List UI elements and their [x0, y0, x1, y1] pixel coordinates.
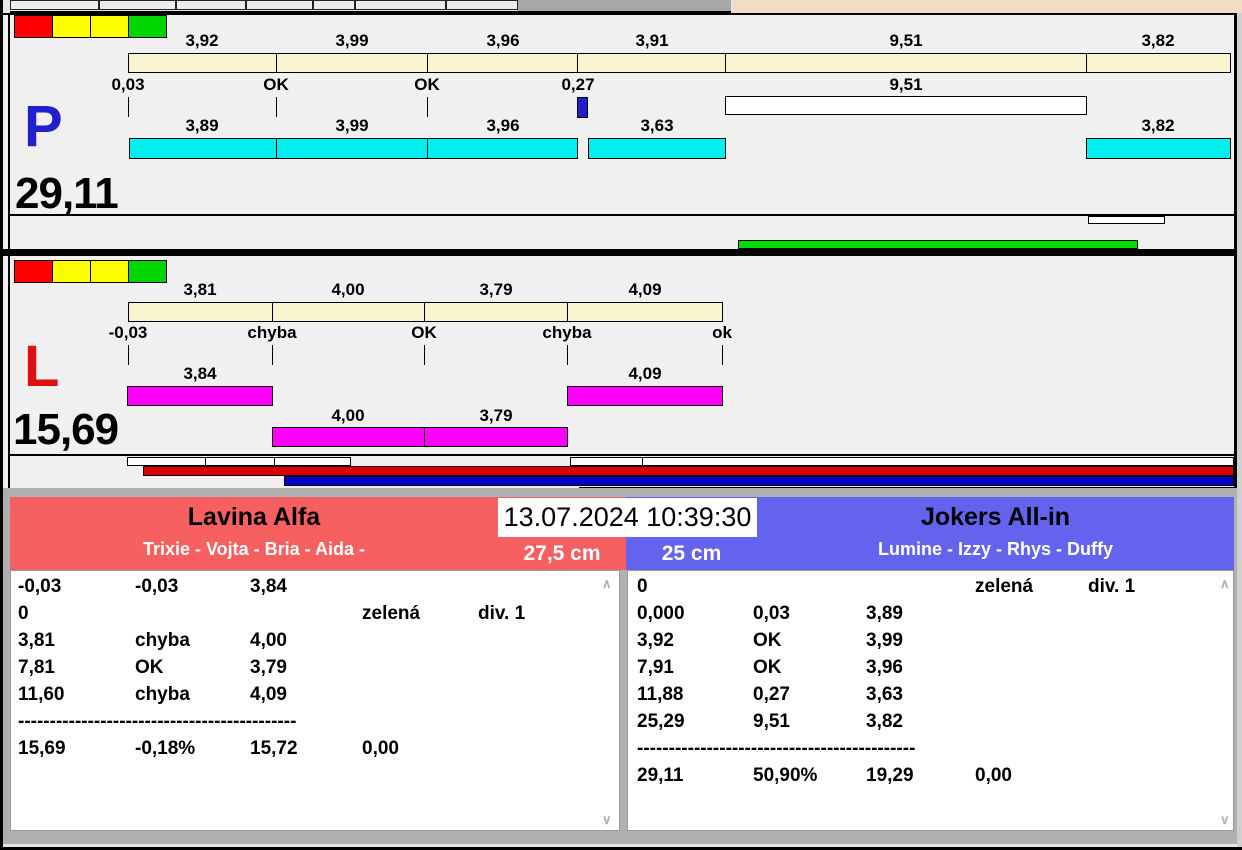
scroll-up-icon[interactable]: ∧: [602, 576, 612, 592]
table-cell: div. 1: [1088, 576, 1136, 597]
table-cell: 3,79: [250, 657, 287, 678]
table-total-cell: 0,00: [362, 738, 399, 759]
table-cell: 11,60: [18, 684, 65, 705]
table-total-cell: 15,69: [18, 738, 66, 759]
table-cell: 0,000: [637, 603, 685, 624]
table-total-cell: 15,72: [250, 738, 298, 759]
table-cell: 3,82: [866, 711, 903, 732]
table-cell: 4,00: [250, 630, 287, 651]
bottom-strip-light: [3, 844, 1237, 847]
table-cell: 3,81: [18, 630, 55, 651]
table-total-cell: 19,29: [866, 765, 914, 786]
table-cell: OK: [135, 657, 164, 678]
table-cell: 0: [637, 576, 648, 597]
table-cell: 0: [18, 603, 29, 624]
table-cell: zelená: [362, 603, 421, 624]
table-total-cell: 0,00: [975, 765, 1012, 786]
table-cell: 7,91: [637, 657, 674, 678]
scroll-down-icon[interactable]: ∨: [602, 812, 612, 828]
table-cell: 3,84: [250, 576, 287, 597]
table-cell: 3,96: [866, 657, 903, 678]
table-cell: OK: [753, 657, 782, 678]
table-cell: chyba: [135, 630, 190, 651]
table-cell: -0,03: [135, 576, 179, 597]
table-cell: 3,89: [866, 603, 903, 624]
table-cell: 3,99: [866, 630, 903, 651]
table-total-cell: 29,11: [637, 765, 684, 786]
table-cell: div. 1: [478, 603, 526, 624]
table-cell: 0,27: [753, 684, 790, 705]
table-cell: zelená: [975, 576, 1034, 597]
table-total-cell: 50,90%: [753, 765, 818, 786]
table-cell: 4,09: [250, 684, 287, 705]
table-cell: 3,63: [866, 684, 903, 705]
timing-app-window: P 29,11 3,92 3,99 3,96 3,91 9,51 3,82 0,03 OK OK…: [0, 0, 1242, 850]
table-divider-dashes: ----------------------------------------…: [637, 738, 916, 759]
table-cell: -0,03: [18, 576, 62, 597]
table-total-cell: -0,18%: [135, 738, 196, 759]
table-cell: 3,92: [637, 630, 674, 651]
table-divider-dashes: ----------------------------------------…: [18, 711, 297, 732]
scroll-down-icon[interactable]: ∨: [1220, 812, 1230, 828]
table-cell: 9,51: [753, 711, 790, 732]
table-cell: 11,88: [637, 684, 684, 705]
scroll-up-icon[interactable]: ∧: [1220, 576, 1230, 592]
table-cell: 7,81: [18, 657, 55, 678]
table-cells-layer: -0,03 -0,03 3,84 0 zelená div. 1 3,81 chyba 4,00…: [0, 0, 1242, 850]
table-cell: OK: [753, 630, 782, 651]
table-cell: chyba: [135, 684, 190, 705]
table-cell: 25,29: [637, 711, 685, 732]
table-cell: 0,03: [753, 603, 790, 624]
